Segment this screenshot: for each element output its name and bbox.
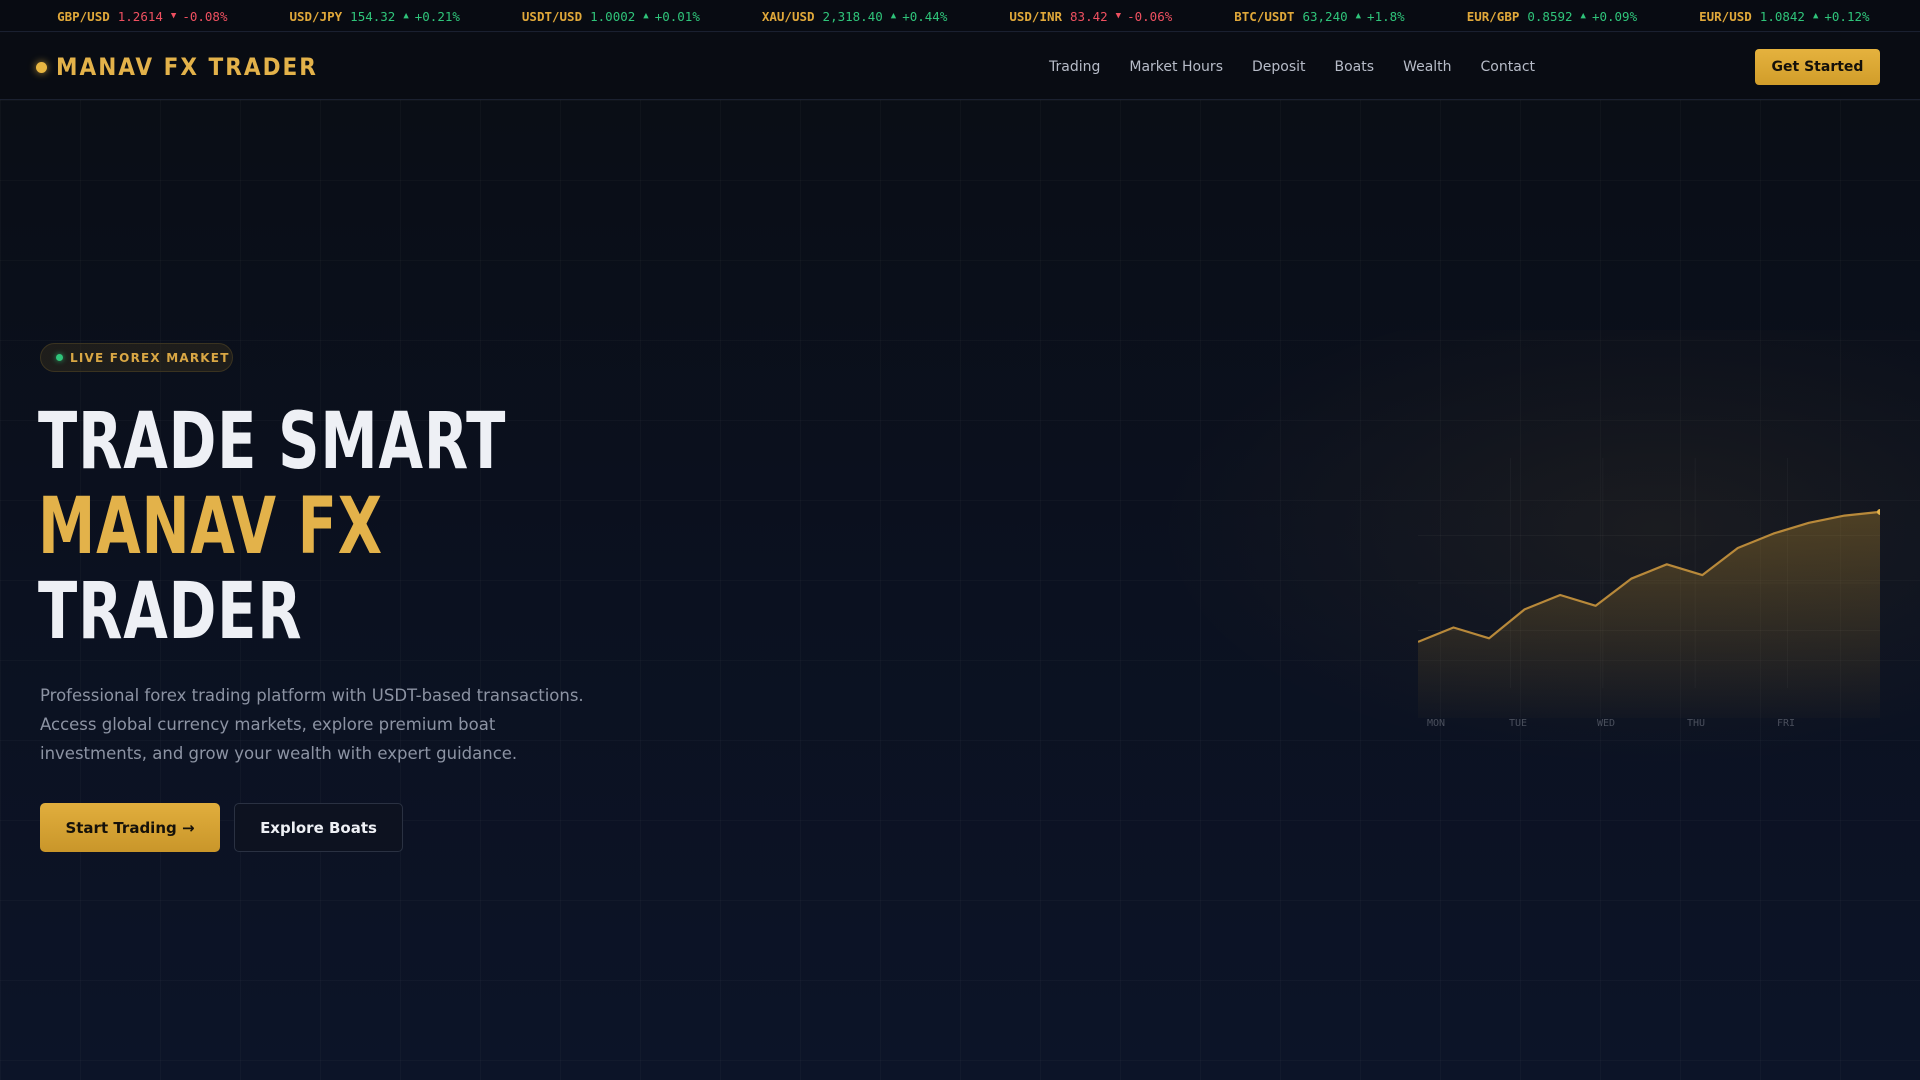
ticker-symbol: BTC/USDT	[1234, 8, 1295, 24]
price-chart: MON TUE WED THU FRI	[1418, 458, 1880, 740]
ticker-symbol: USD/JPY	[289, 8, 343, 24]
ticker-symbol: USDT/USD	[521, 8, 583, 24]
nav-link-trading[interactable]: Trading	[1049, 59, 1100, 75]
ticker-price: 83.42	[1070, 8, 1108, 24]
ticker-change: +0.44%	[902, 8, 948, 24]
ticker-change: +1.8%	[1367, 8, 1405, 24]
nav-link-deposit[interactable]: Deposit	[1252, 59, 1306, 75]
ticker-price: 2,318.40	[822, 8, 883, 24]
badge-text: LIVE FOREX MARKET	[70, 350, 230, 365]
ticker-change: -0.08%	[182, 8, 228, 24]
top-navigation: MANAV FX TRADER Trading Market Hours Dep…	[0, 33, 1920, 100]
ticker-symbol: EUR/GBP	[1466, 8, 1520, 24]
nav-link-market-hours[interactable]: Market Hours	[1129, 59, 1223, 75]
ticker-item: GBP/USD 1.2614 ▼ -0.08%	[57, 9, 227, 24]
nav-link-boats[interactable]: Boats	[1335, 59, 1375, 75]
ticker-change: +0.21%	[414, 8, 460, 24]
chart-area	[1418, 511, 1880, 718]
arrow-up-icon: ▲	[1355, 11, 1362, 21]
ticker-change: +0.12%	[1824, 8, 1870, 24]
ticker-symbol: EUR/USD	[1699, 8, 1752, 24]
ticker-price: 154.32	[350, 8, 396, 24]
hero-description: Professional forex trading platform with…	[40, 686, 584, 763]
ticker-item: EUR/USD 1.0842 ▲ +0.12%	[1699, 9, 1869, 24]
ticker-change: -0.06%	[1127, 8, 1173, 24]
arrow-down-icon: ▼	[170, 11, 177, 21]
arrow-up-icon: ▲	[1580, 11, 1586, 21]
ticker-symbol: GBP/USD	[57, 8, 110, 24]
price-chart-svg: MON TUE WED THU FRI	[1418, 508, 1880, 729]
arrow-down-icon: ▼	[1115, 11, 1122, 21]
chart-x-tick-label: TUE	[1509, 718, 1527, 729]
arrow-up-icon: ▲	[643, 11, 649, 21]
hero-headline: TRADE SMART MANAV FX TRADER	[38, 400, 612, 655]
get-started-button[interactable]: Get Started	[1755, 49, 1880, 85]
chart-x-tick-label: FRI	[1777, 718, 1795, 729]
start-trading-button[interactable]: Start Trading →	[40, 803, 220, 852]
explore-boats-button[interactable]: Explore Boats	[234, 803, 403, 852]
ticker-item: EUR/GBP 0.8592 ▲ +0.09%	[1467, 9, 1637, 24]
logo-text: MANAV FX TRADER	[56, 53, 318, 81]
headline-line-1: TRADE SMART	[38, 397, 507, 487]
live-dot-icon	[56, 354, 63, 361]
ticker-item: USD/INR 83.42 ▼ -0.06%	[1009, 9, 1172, 24]
headline-line-3: TRADER	[38, 567, 303, 657]
price-ticker: 2%GBP/USD1.2614▼-0.08%USD/JPY154.32▲+0.2…	[0, 0, 1920, 32]
nav-links: Trading Market Hours Deposit Boats Wealt…	[1020, 33, 1535, 100]
ticker-price: 63,240	[1302, 8, 1348, 24]
ticker-item: USDT/USD 1.0002 ▲ +0.01%	[522, 9, 700, 24]
chart-x-tick-label: MON	[1427, 718, 1445, 729]
ticker-price: 1.2614	[117, 8, 163, 24]
ticker-symbol: USD/INR	[1009, 8, 1063, 24]
ticker-symbol: XAU/USD	[761, 8, 815, 24]
ticker-price: 1.0842	[1759, 8, 1805, 24]
ticker-item: BTC/USDT 63,240 ▲ +1.8%	[1234, 9, 1404, 24]
ticker-change: +0.09%	[1591, 8, 1638, 24]
arrow-up-icon: ▲	[403, 11, 409, 21]
ticker-item: XAU/USD 2,318.40 ▲ +0.44%	[762, 9, 947, 24]
chart-x-tick-label: WED	[1597, 718, 1615, 729]
nav-link-contact[interactable]: Contact	[1481, 59, 1535, 75]
ticker-item: USD/JPY 154.32 ▲ +0.21%	[289, 9, 459, 24]
chart-x-tick-label: THU	[1687, 718, 1705, 729]
ticker-price: 1.0002	[590, 8, 636, 24]
ticker-change: +0.01%	[654, 8, 700, 24]
arrow-up-icon: ▲	[1812, 11, 1819, 21]
live-market-badge: LIVE FOREX MARKET	[40, 343, 233, 372]
nav-link-wealth[interactable]: Wealth	[1403, 59, 1451, 75]
logo[interactable]: MANAV FX TRADER	[36, 51, 318, 83]
arrow-up-icon: ▲	[890, 11, 897, 21]
page: 2%GBP/USD1.2614▼-0.08%USD/JPY154.32▲+0.2…	[0, 0, 1920, 1080]
logo-dot-icon	[36, 61, 47, 73]
headline-line-2: MANAV FX	[38, 482, 383, 572]
ticker-price: 0.8592	[1527, 8, 1573, 24]
ticker-track: 2%GBP/USD1.2614▼-0.08%USD/JPY154.32▲+0.2…	[0, 0, 1920, 31]
